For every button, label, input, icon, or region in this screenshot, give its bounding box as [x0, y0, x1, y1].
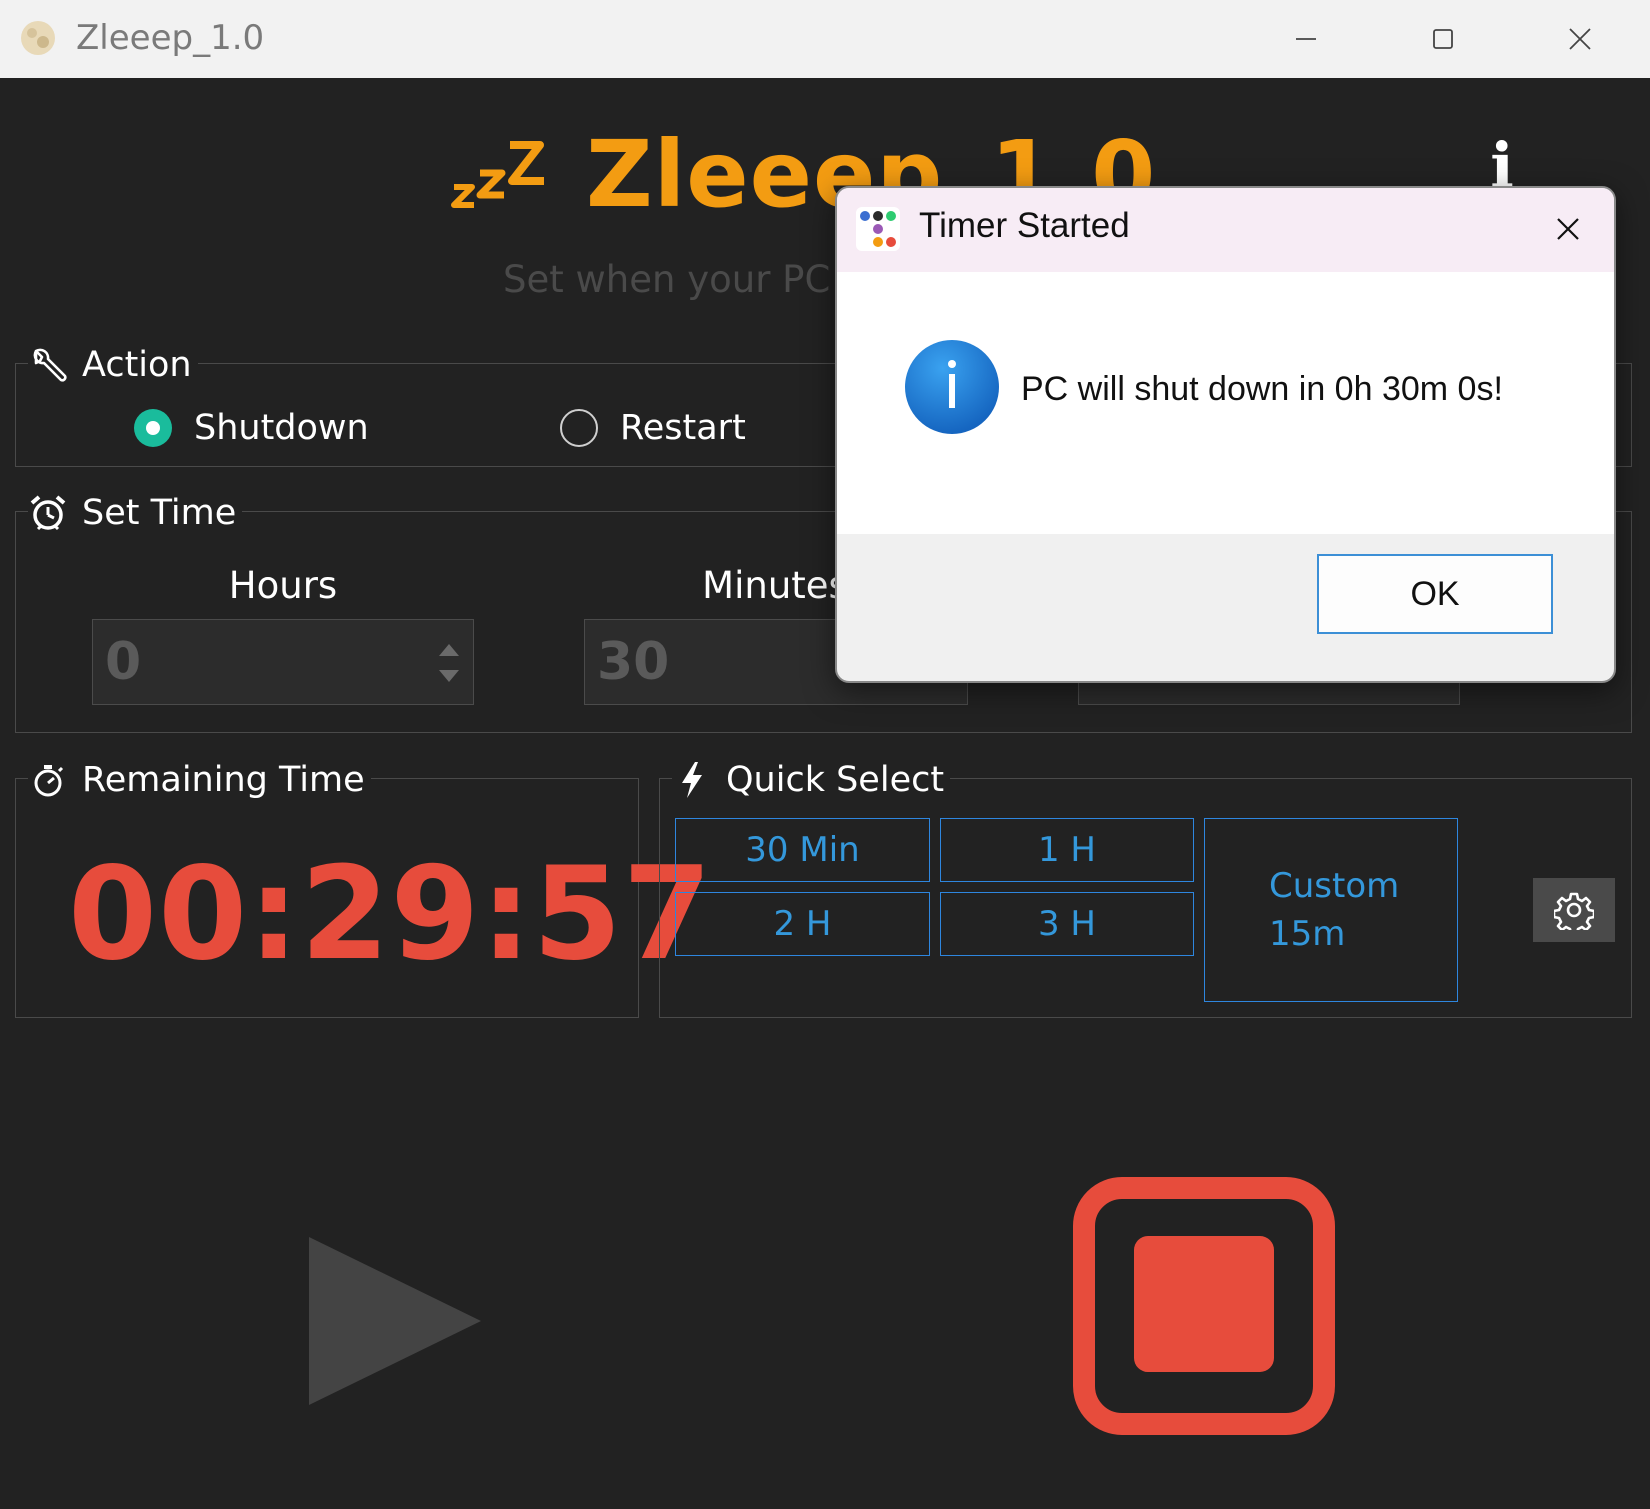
countdown-display: 00:29:57: [68, 840, 713, 989]
minutes-value: 30: [597, 632, 670, 692]
hours-value: 0: [105, 632, 142, 692]
remaining-time-legend: Remaining Time: [28, 760, 371, 800]
close-icon: [1569, 28, 1591, 50]
action-legend-text: Action: [82, 345, 192, 385]
dialog-body: PC will shut down in 0h 30m 0s!: [837, 272, 1614, 534]
wrench-icon: [28, 345, 68, 385]
subtitle: Set when your PC s: [503, 258, 862, 301]
dialog-title: Timer Started: [919, 206, 1130, 245]
custom-duration: 15m: [1269, 914, 1346, 954]
stopwatch-icon: [28, 760, 68, 800]
hours-label: Hours: [228, 564, 338, 607]
hours-spinbox[interactable]: 0: [92, 619, 474, 705]
python-app-icon: [856, 207, 900, 251]
dialog-titlebar: Timer Started: [837, 188, 1614, 272]
maximize-button[interactable]: [1383, 0, 1503, 78]
quick-custom-button[interactable]: Custom 15m: [1204, 818, 1458, 1002]
info-circle-icon: [905, 340, 999, 434]
custom-label: Custom: [1269, 866, 1400, 906]
play-icon[interactable]: [305, 1235, 485, 1407]
radio-unchecked-icon: [560, 409, 598, 447]
minimize-icon: [1296, 38, 1316, 40]
quick-select-legend: Quick Select: [672, 760, 951, 800]
custom-settings-button[interactable]: [1533, 878, 1615, 942]
lightning-icon: [672, 760, 712, 800]
timer-started-dialog: Timer Started PC will shut down in 0h 30…: [835, 186, 1616, 683]
set-time-legend-text: Set Time: [82, 493, 237, 533]
shutdown-label: Shutdown: [194, 408, 369, 448]
restart-radio[interactable]: Restart: [560, 408, 746, 448]
gear-icon: [1554, 892, 1594, 930]
quick-3-hour-button[interactable]: 3 H: [940, 892, 1194, 956]
maximize-icon: [1433, 29, 1453, 49]
quick-1-hour-button[interactable]: 1 H: [940, 818, 1194, 882]
close-icon[interactable]: [1555, 216, 1581, 242]
restart-label: Restart: [620, 408, 746, 448]
minimize-button[interactable]: [1246, 0, 1366, 78]
window-title: Zleeep_1.0: [76, 18, 265, 58]
sleep-zzz-icon: [451, 141, 544, 208]
alarm-clock-icon: [28, 493, 68, 533]
spin-arrows-icon[interactable]: [437, 642, 461, 684]
set-time-legend: Set Time: [28, 493, 243, 533]
ok-button[interactable]: OK: [1317, 554, 1553, 634]
app-icon: [21, 21, 55, 55]
quick-30-min-button[interactable]: 30 Min: [675, 818, 930, 882]
radio-checked-icon: [134, 409, 172, 447]
window-titlebar: Zleeep_1.0: [0, 0, 1650, 78]
close-window-button[interactable]: [1520, 0, 1640, 78]
action-legend: Action: [28, 345, 198, 385]
quick-2-hour-button[interactable]: 2 H: [675, 892, 930, 956]
remaining-time-legend-text: Remaining Time: [82, 760, 365, 800]
shutdown-radio[interactable]: Shutdown: [134, 408, 369, 448]
dialog-message: PC will shut down in 0h 30m 0s!: [1021, 370, 1503, 408]
stop-icon[interactable]: [1072, 1176, 1336, 1436]
quick-select-legend-text: Quick Select: [726, 760, 945, 800]
